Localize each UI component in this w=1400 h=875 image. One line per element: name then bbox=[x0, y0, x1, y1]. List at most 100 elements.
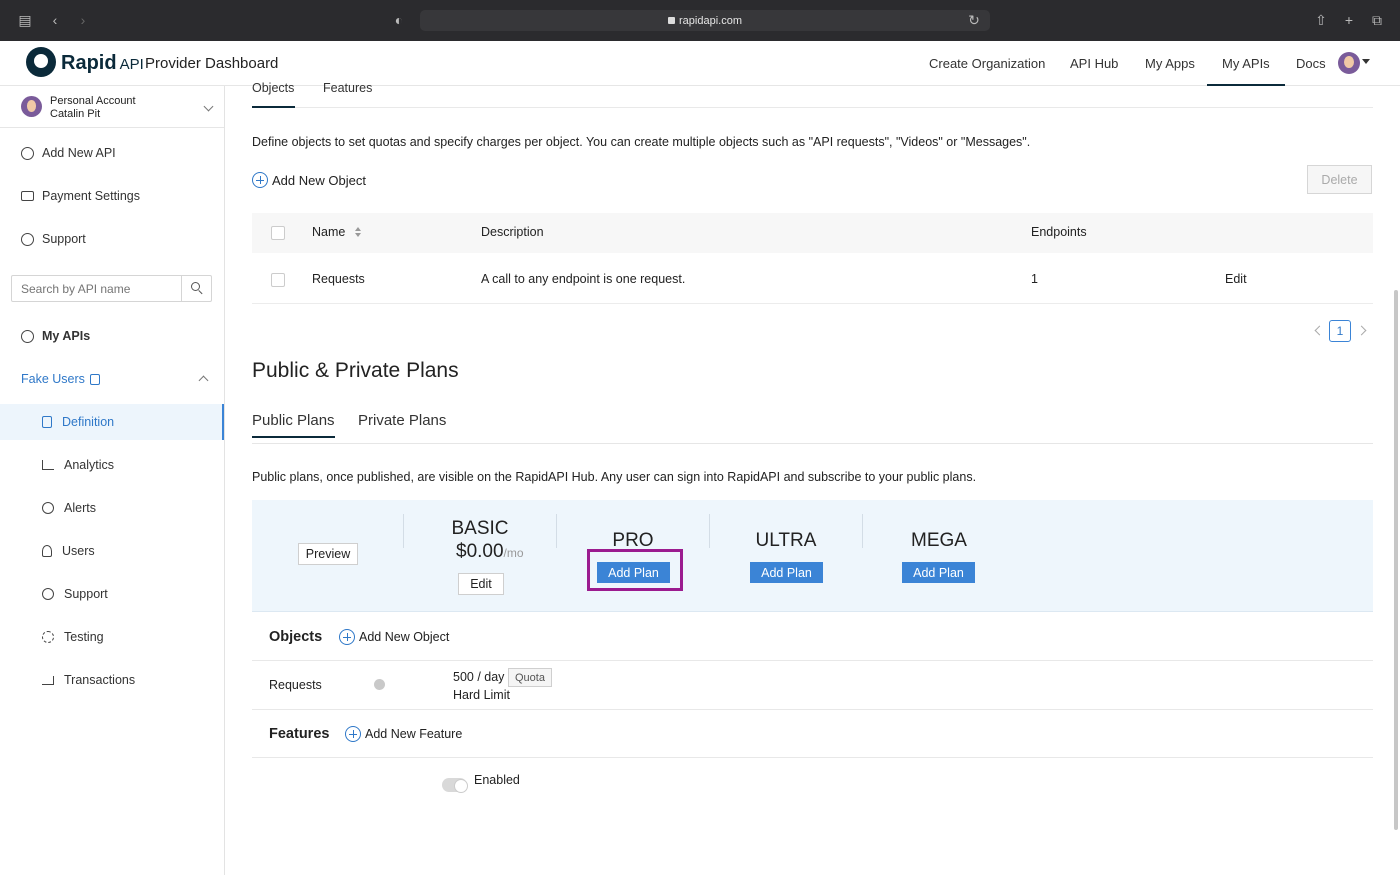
info-icon[interactable] bbox=[374, 679, 385, 690]
divider bbox=[556, 514, 557, 548]
card-icon bbox=[21, 191, 34, 201]
lock-icon bbox=[89, 373, 100, 385]
plan-features-heading: Features bbox=[269, 726, 330, 742]
page-scrollbar[interactable] bbox=[1394, 290, 1398, 830]
row-checkbox[interactable] bbox=[271, 273, 285, 287]
objects-table-header: Name Description Endpoints bbox=[252, 213, 1373, 253]
sort-icon[interactable] bbox=[355, 227, 361, 238]
plan-name-ultra: ULTRA bbox=[755, 530, 817, 551]
basic-price: $0.00/mo bbox=[456, 541, 524, 562]
plans-panel: Preview BASIC $0.00/mo Edit PRO Add Plan… bbox=[252, 500, 1373, 612]
ultra-add-plan-button[interactable]: Add Plan bbox=[750, 562, 823, 583]
address-bar[interactable]: rapidapi.com bbox=[420, 10, 990, 31]
chevron-down-icon[interactable] bbox=[1362, 59, 1370, 64]
search-icon bbox=[191, 282, 200, 291]
chevron-down-icon bbox=[203, 101, 214, 112]
feature-toggle[interactable] bbox=[442, 778, 468, 793]
plan-add-new-object-link[interactable]: Add New Object bbox=[339, 629, 449, 645]
chevron-up-icon[interactable] bbox=[198, 375, 209, 386]
sidebar-item-add-new-api[interactable]: Add New API bbox=[21, 143, 116, 163]
sidebar-item-definition[interactable]: Definition bbox=[42, 412, 114, 432]
lock-icon bbox=[668, 17, 675, 24]
search-input[interactable] bbox=[12, 276, 183, 301]
nav-api-hub[interactable]: API Hub bbox=[1070, 56, 1118, 71]
table-row: Requests A call to any endpoint is one r… bbox=[252, 258, 1373, 304]
plus-circle-icon bbox=[21, 146, 34, 160]
tab-public-plans[interactable]: Public Plans bbox=[252, 412, 335, 438]
tab-objects[interactable]: Objects bbox=[252, 81, 294, 95]
user-icon bbox=[42, 545, 52, 557]
sidebar-toggle-icon[interactable]: ▤ bbox=[16, 11, 34, 29]
preview-button[interactable]: Preview bbox=[298, 543, 358, 565]
tabs-overview-icon[interactable]: ⧉ bbox=[1368, 11, 1386, 29]
page-1-button[interactable]: 1 bbox=[1329, 320, 1351, 342]
plans-description: Public plans, once published, are visibl… bbox=[252, 470, 977, 484]
add-new-object-link[interactable]: Add New Object bbox=[252, 172, 366, 188]
new-tab-icon[interactable]: + bbox=[1340, 11, 1358, 29]
account-type: Personal Account bbox=[50, 95, 136, 107]
objects-description: Define objects to set quotas and specify… bbox=[252, 135, 1031, 149]
back-icon[interactable]: ‹ bbox=[46, 11, 64, 29]
sidebar-item-users[interactable]: Users bbox=[42, 541, 95, 561]
nav-create-organization[interactable]: Create Organization bbox=[929, 56, 1045, 71]
sidebar: Personal Account Catalin Pit Add New API… bbox=[0, 86, 225, 875]
rapidapi-logo-icon[interactable] bbox=[26, 47, 56, 77]
brand-name[interactable]: Rapid API bbox=[61, 52, 144, 75]
dashboard-title: Provider Dashboard bbox=[145, 55, 279, 72]
sidebar-item-testing[interactable]: Testing bbox=[42, 627, 104, 647]
forward-icon[interactable]: › bbox=[74, 11, 92, 29]
tab-private-plans[interactable]: Private Plans bbox=[358, 412, 446, 429]
column-endpoints: Endpoints bbox=[1031, 225, 1087, 239]
cart-icon bbox=[42, 675, 54, 685]
row-name: Requests bbox=[312, 272, 365, 286]
divider bbox=[252, 709, 1373, 710]
sidebar-item-alerts[interactable]: Alerts bbox=[42, 498, 96, 518]
tab-features[interactable]: Features bbox=[323, 81, 372, 95]
next-page-icon[interactable] bbox=[1356, 325, 1367, 336]
divider bbox=[709, 514, 710, 548]
plus-circle-icon bbox=[345, 726, 361, 742]
sidebar-item-transactions[interactable]: Transactions bbox=[42, 670, 135, 690]
mega-add-plan-button[interactable]: Add Plan bbox=[902, 562, 975, 583]
url-text: rapidapi.com bbox=[679, 14, 742, 27]
divider bbox=[252, 757, 1373, 758]
sidebar-item-sub-support[interactable]: Support bbox=[42, 584, 108, 604]
quota-badge: Quota bbox=[508, 668, 552, 687]
account-switcher[interactable]: Personal Account Catalin Pit bbox=[0, 86, 224, 128]
sidebar-item-analytics[interactable]: Analytics bbox=[42, 455, 114, 475]
row-edit-link[interactable]: Edit bbox=[1225, 272, 1247, 286]
sidebar-item-my-apis[interactable]: My APIs bbox=[21, 326, 90, 346]
plans-heading: Public & Private Plans bbox=[252, 359, 459, 382]
bar-chart-icon bbox=[42, 460, 54, 470]
plan-object-limit: 500 / day bbox=[453, 670, 505, 684]
user-avatar[interactable] bbox=[1338, 52, 1360, 74]
sidebar-item-payment-settings[interactable]: Payment Settings bbox=[21, 186, 140, 206]
nav-my-apis[interactable]: My APIs bbox=[1207, 56, 1285, 86]
sidebar-item-fake-users[interactable]: Fake Users bbox=[21, 369, 108, 389]
testing-icon bbox=[42, 631, 54, 643]
browser-toolbar: ▤ ‹ › ◐ rapidapi.com ↻ ⇧ + ⧉ bbox=[0, 0, 1400, 41]
select-all-checkbox[interactable] bbox=[271, 226, 285, 240]
reload-icon[interactable]: ↻ bbox=[965, 11, 983, 29]
search-button[interactable] bbox=[181, 276, 211, 301]
support-icon bbox=[42, 588, 54, 600]
column-name[interactable]: Name bbox=[312, 225, 345, 239]
delete-button[interactable]: Delete bbox=[1307, 165, 1372, 194]
sidebar-item-support[interactable]: Support bbox=[21, 229, 86, 249]
plus-circle-icon bbox=[252, 172, 268, 188]
document-icon bbox=[42, 416, 52, 428]
main-content: Objects Features Define objects to set q… bbox=[225, 81, 1400, 875]
column-description: Description bbox=[481, 225, 544, 239]
nav-my-apps[interactable]: My Apps bbox=[1145, 56, 1195, 71]
basic-edit-button[interactable]: Edit bbox=[458, 573, 504, 595]
nav-docs[interactable]: Docs bbox=[1296, 56, 1326, 71]
clock-icon bbox=[42, 502, 54, 514]
feature-toggle-label: Enabled bbox=[474, 773, 520, 787]
account-name: Catalin Pit bbox=[50, 108, 101, 120]
add-new-feature-link[interactable]: Add New Feature bbox=[345, 726, 462, 742]
prev-page-icon[interactable] bbox=[1314, 325, 1325, 336]
row-endpoints: 1 bbox=[1031, 272, 1038, 286]
support-icon bbox=[21, 232, 34, 246]
shield-icon[interactable]: ◐ bbox=[390, 11, 408, 29]
share-icon[interactable]: ⇧ bbox=[1312, 11, 1330, 29]
